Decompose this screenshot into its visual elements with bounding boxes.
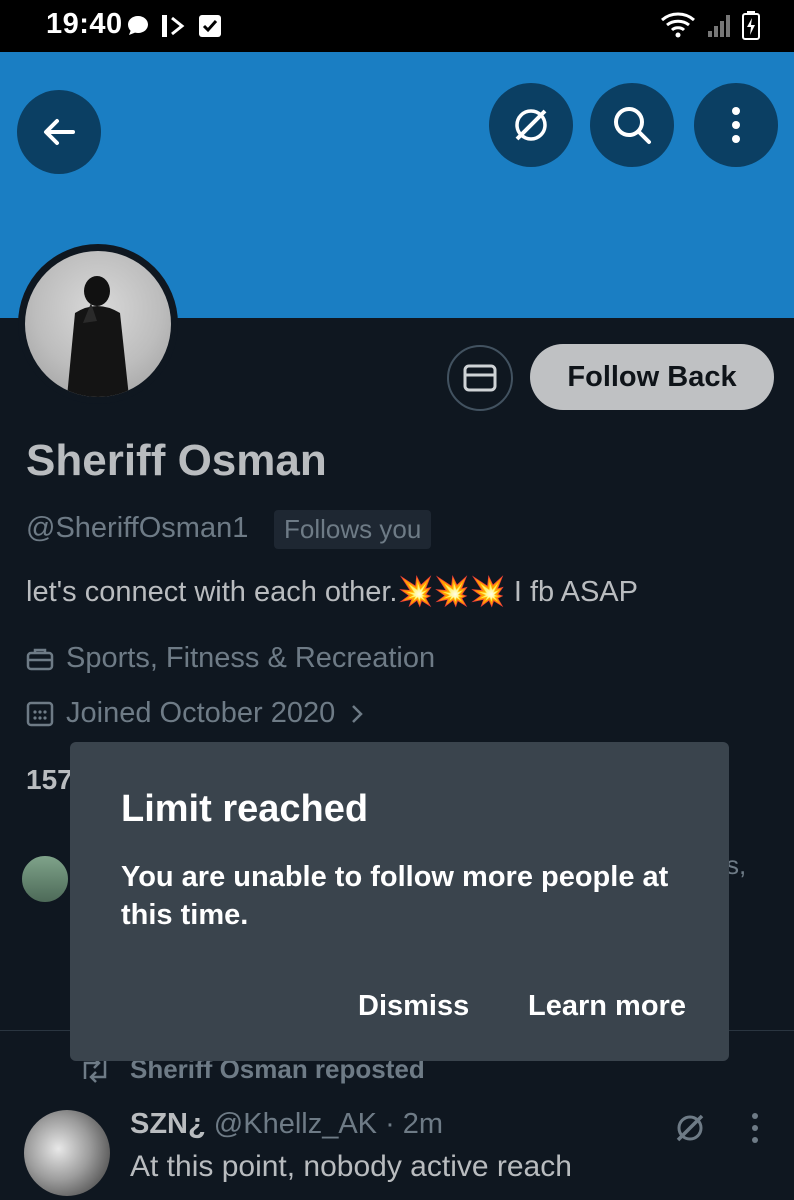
more-vertical-icon (732, 107, 740, 143)
briefcase-icon (26, 648, 54, 670)
message-button[interactable] (447, 345, 513, 411)
tweet-header: SZN¿ @Khellz_AK · 2m (130, 1108, 443, 1141)
limit-reached-dialog: Limit reached You are unable to follow m… (70, 742, 729, 1061)
arrow-left-icon (44, 119, 75, 145)
bio-suffix: I fb ASAP (505, 576, 638, 608)
grok-icon[interactable] (670, 1108, 710, 1148)
grok-icon (515, 109, 547, 141)
tweet-text: At this point, nobody active reach (130, 1150, 572, 1183)
follows-you-badge: Follows you (274, 510, 432, 549)
status-time: 19:40 (46, 8, 123, 40)
profile-bio: let's connect with each other.💥💥💥 I fb A… (26, 575, 638, 609)
search-button[interactable] (590, 83, 674, 167)
avatar[interactable] (18, 244, 178, 404)
bio-text: let's connect with each other. (26, 576, 398, 608)
calendar-icon (26, 701, 54, 726)
joined-label: Joined October 2020 (66, 697, 336, 729)
category-label: Sports, Fitness & Recreation (66, 642, 436, 674)
chat-bubble-icon (128, 16, 148, 35)
back-button[interactable] (17, 90, 101, 174)
following-count[interactable]: 157 (26, 764, 73, 796)
learn-more-button[interactable]: Learn more (528, 990, 686, 1023)
grok-button[interactable] (489, 83, 573, 167)
envelope-icon (463, 364, 497, 392)
chevron-right-icon (352, 704, 364, 723)
tweet-avatar[interactable] (24, 1110, 110, 1196)
followed-by-text: s, (726, 850, 747, 880)
wifi-icon (661, 12, 695, 38)
person-photo-icon (67, 276, 129, 397)
tweet-author-name[interactable]: SZN¿ (130, 1108, 206, 1140)
profile-category: Sports, Fitness & Recreation (26, 642, 435, 675)
dismiss-button[interactable]: Dismiss (358, 990, 469, 1023)
followed-by-avatar (20, 854, 70, 904)
avatar-image (25, 251, 171, 397)
checkbox-icon (199, 15, 221, 37)
profile-name: Sheriff Osman (26, 436, 327, 485)
battery-icon (742, 11, 760, 40)
bt-icon (162, 15, 185, 37)
dialog-body: You are unable to follow more people at … (121, 861, 669, 931)
more-options-button[interactable] (694, 83, 778, 167)
search-icon (614, 107, 651, 144)
status-bar: 19:40 (0, 0, 794, 52)
dialog-title: Limit reached (121, 788, 369, 830)
tweet-time: · 2m (385, 1108, 444, 1140)
profile-joined[interactable]: Joined October 2020 (26, 697, 367, 730)
bio-emoji: 💥💥💥 (397, 576, 506, 608)
tweet-author-handle: @Khellz_AK (213, 1108, 378, 1140)
follow-back-button[interactable]: Follow Back (530, 344, 774, 410)
more-vertical-icon[interactable] (748, 1110, 762, 1146)
profile-handle: @SheriffOsman1 (26, 512, 249, 544)
signal-icon (708, 15, 730, 37)
